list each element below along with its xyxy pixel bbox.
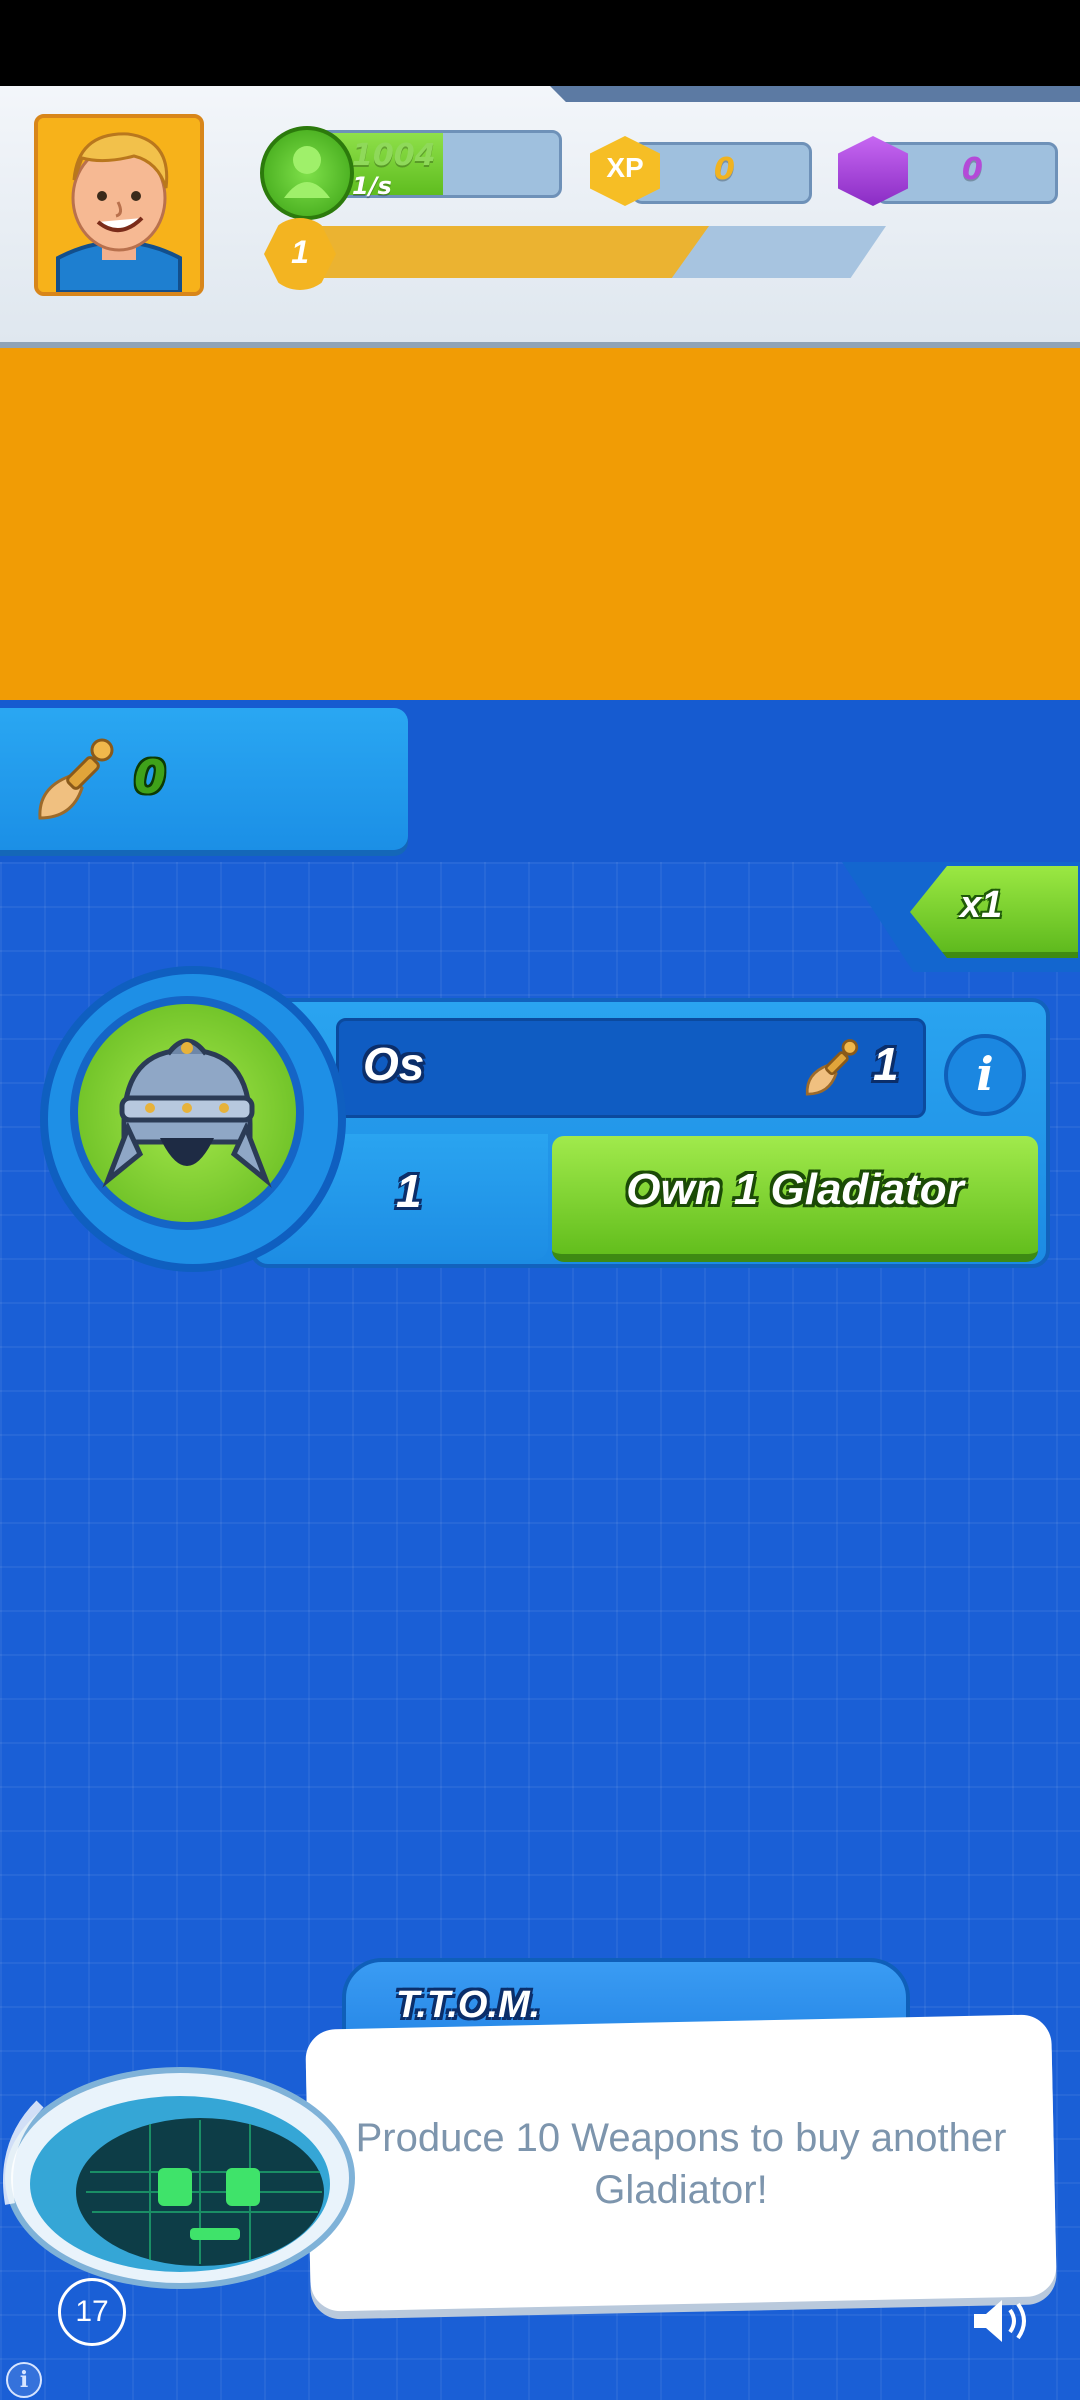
resource-header: 1004 1/s XP 0 0 1 [0, 86, 1080, 342]
speaker-icon[interactable] [972, 2296, 1034, 2346]
gladiator-helmet-icon [102, 1038, 272, 1188]
robot-advisor-icon[interactable] [0, 2064, 360, 2294]
status-bar [0, 0, 1080, 86]
level-progress-fill [296, 226, 709, 278]
gems-value: 0 [962, 152, 983, 187]
cash-icon [260, 126, 354, 220]
person-icon [284, 146, 330, 198]
xp-value: 0 [714, 152, 735, 187]
info-icon: i [976, 1047, 994, 1101]
countdown-timer: 17 [58, 2278, 126, 2346]
banner-area [0, 348, 1080, 700]
dagger-cost-icon [805, 1039, 859, 1096]
unit-name-bar: Os 1 [336, 1018, 926, 1118]
own-gladiator-button[interactable]: Own 1 Gladiator [552, 1136, 1038, 1262]
level-value: 1 [291, 234, 309, 270]
cash-rate: 1/s [352, 172, 392, 200]
unit-name: Os [363, 1038, 425, 1090]
avatar-portrait-icon [38, 118, 200, 292]
multiplier-label: x1 [960, 884, 1003, 926]
ad-info-icon[interactable]: i [6, 2362, 42, 2398]
unit-cost: 1 [873, 1038, 899, 1090]
header-notch [550, 86, 1080, 102]
info-button[interactable]: i [944, 1034, 1026, 1116]
owned-count: 1 [396, 1165, 422, 1217]
dagger-icon [38, 738, 114, 820]
weapon-counter: 0 [0, 708, 408, 850]
xp-icon-label: XP [606, 152, 644, 183]
advisor-name: T.T.O.M. [396, 1984, 541, 2026]
player-avatar[interactable] [34, 114, 204, 296]
weapon-count: 0 [134, 750, 167, 804]
advisor-message: Produce 10 Weapons to buy another Gladia… [355, 2116, 1007, 2212]
unit-portrait[interactable] [70, 996, 304, 1230]
cash-value: 1004 [352, 138, 436, 173]
